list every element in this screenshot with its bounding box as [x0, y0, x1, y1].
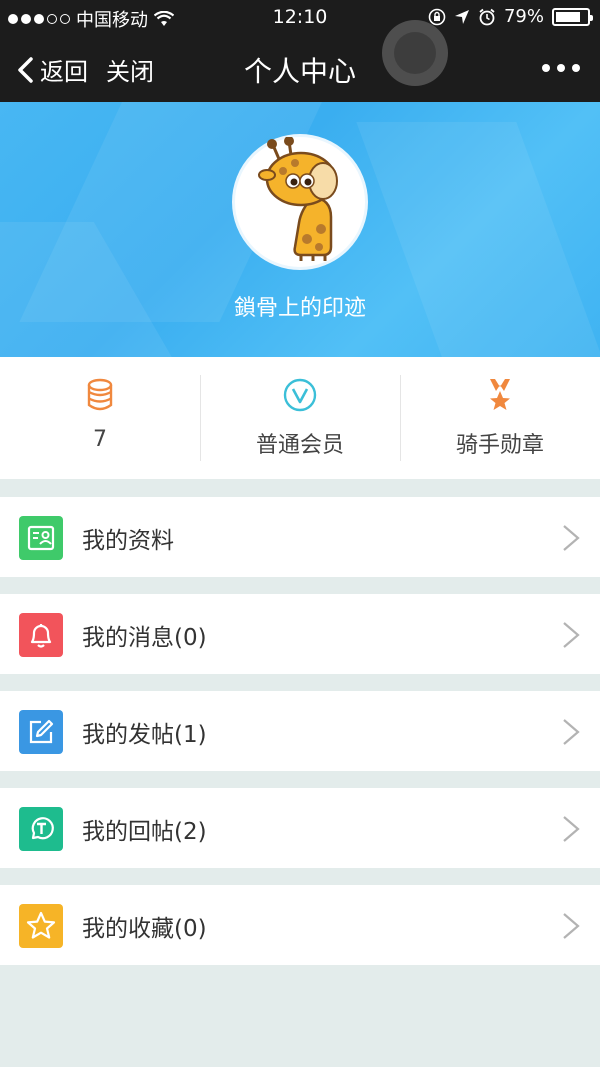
username: 鎖骨上的印迹 — [233, 296, 366, 321]
page-title: 个人中心 — [243, 55, 356, 88]
battery-percent: 79% — [503, 6, 544, 27]
chevron-right-icon — [563, 525, 580, 551]
medal-icon — [490, 379, 510, 410]
location-icon — [454, 9, 469, 24]
profile-header: 鎖骨上的印迹 — [0, 102, 600, 357]
bell-icon — [19, 613, 63, 657]
menu-item-label: 我的收藏(0) — [82, 916, 207, 942]
battery-icon — [552, 7, 593, 26]
coins-icon — [87, 378, 113, 411]
orientation-lock-icon — [428, 8, 446, 25]
menu-item-replies[interactable]: 我的回帖(2) — [0, 788, 600, 868]
stat-medal[interactable]: 骑手勋章 — [400, 357, 600, 479]
stat-membership-label: 普通会员 — [255, 433, 344, 458]
profile-card-icon — [19, 516, 63, 560]
menu-item-posts[interactable]: 我的发帖(1) — [0, 691, 600, 771]
status-bar: 中国移动 12:10 79% — [0, 0, 600, 34]
top-bar: 中国移动 12:10 79% 返回 关闭 个人中心 — [0, 0, 600, 102]
nav-bar: 返回 关闭 个人中心 — [0, 34, 600, 102]
stat-medal-label: 骑手勋章 — [455, 433, 544, 458]
menu-item-label: 我的回帖(2) — [82, 819, 207, 845]
menu-item-label: 我的消息(0) — [82, 625, 207, 651]
vip-icon — [283, 378, 317, 412]
stat-coins[interactable]: 7 — [0, 357, 200, 479]
edit-icon — [19, 710, 63, 754]
menu-item-favorites[interactable]: 我的收藏(0) — [0, 885, 600, 965]
menu-item-label: 我的资料 — [82, 528, 174, 554]
alarm-icon — [479, 8, 495, 25]
giraffe-avatar-icon — [258, 136, 338, 261]
stat-membership[interactable]: 普通会员 — [200, 357, 400, 479]
menu-item-messages[interactable]: 我的消息(0) — [0, 594, 600, 674]
menu-item-profile[interactable]: 我的资料 — [0, 497, 600, 577]
assistive-touch-button[interactable] — [382, 20, 448, 86]
reply-icon — [19, 807, 63, 851]
stats-bar: 7 普通会员 骑手勋章 — [0, 357, 600, 479]
star-icon — [19, 904, 63, 948]
avatar[interactable] — [232, 134, 368, 270]
menu-item-label: 我的发帖(1) — [82, 722, 207, 748]
chevron-right-icon — [563, 816, 580, 842]
chevron-right-icon — [563, 719, 580, 745]
stat-coins-value: 7 — [93, 427, 107, 452]
chevron-right-icon — [563, 913, 580, 939]
more-menu-button[interactable] — [542, 64, 580, 72]
chevron-right-icon — [563, 622, 580, 648]
